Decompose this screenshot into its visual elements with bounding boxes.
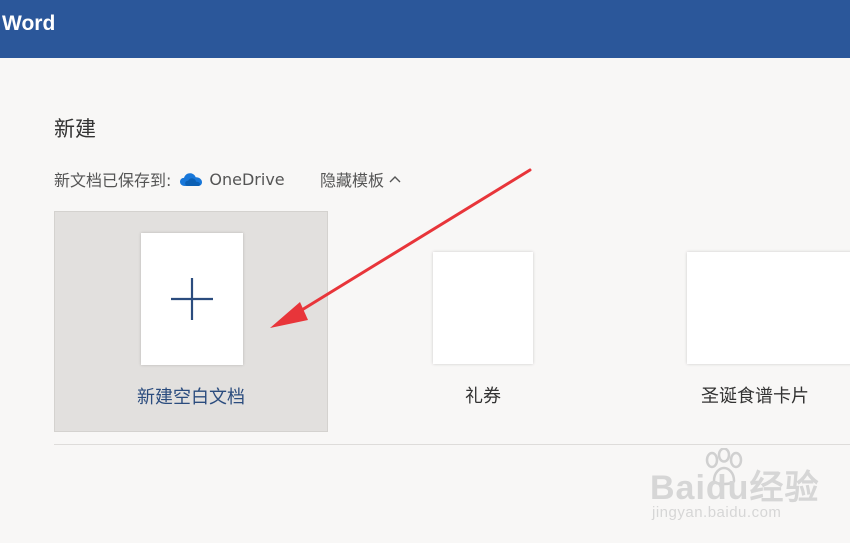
blank-document-thumbnail bbox=[141, 233, 243, 365]
template-label: 礼券 bbox=[465, 386, 501, 407]
template-label: 新建空白文档 bbox=[137, 387, 245, 408]
hide-templates-label: 隐藏模板 bbox=[320, 171, 385, 190]
hide-templates-toggle[interactable]: 隐藏模板 bbox=[320, 168, 401, 190]
template-gift-certificate[interactable]: 礼券 bbox=[410, 211, 556, 432]
chevron-up-icon bbox=[389, 176, 401, 183]
baidu-watermark: Baidu经验 jingyan.baidu.com bbox=[650, 448, 840, 532]
template-blank-document[interactable]: 新建空白文档 bbox=[54, 211, 328, 432]
template-christmas-recipe-card[interactable]: 圣诞食谱卡片 bbox=[660, 211, 850, 432]
template-label: 圣诞食谱卡片 bbox=[701, 386, 809, 407]
template-thumbnail bbox=[687, 252, 850, 364]
plus-icon bbox=[171, 278, 213, 320]
save-prefix-label: 新文档已保存到: bbox=[54, 171, 172, 190]
new-section-title: 新建 bbox=[54, 117, 96, 141]
section-divider bbox=[54, 444, 850, 445]
template-thumbnail bbox=[433, 252, 533, 364]
app-title: Word bbox=[2, 12, 56, 35]
title-bar: Word bbox=[0, 0, 850, 58]
onedrive-cloud-icon bbox=[180, 173, 203, 186]
watermark-url: jingyan.baidu.com bbox=[652, 504, 782, 521]
save-location-row: 新文档已保存到: OneDrive bbox=[54, 168, 285, 191]
watermark-brand: Baidu经验 bbox=[650, 469, 820, 507]
onedrive-label[interactable]: OneDrive bbox=[209, 170, 284, 189]
